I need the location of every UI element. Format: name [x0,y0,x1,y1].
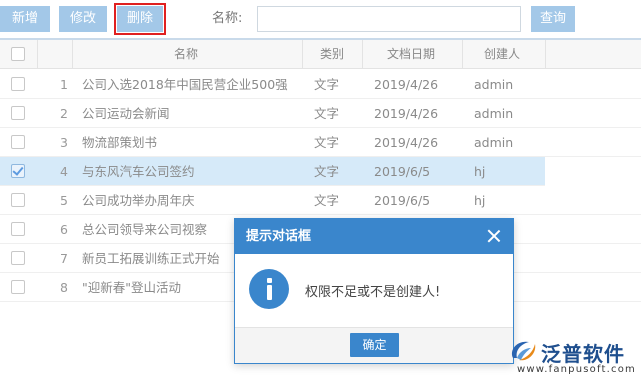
row-category: 文字 [314,193,340,208]
brand-name: 泛普软件 [541,342,625,366]
table-row[interactable]: 3 物流部策划书 文字 2019/4/26 admin [0,128,641,157]
row-checkbox[interactable] [11,193,25,207]
row-number: 5 [60,193,68,208]
row-creator: admin [474,106,514,121]
row-checkbox[interactable] [11,280,25,294]
row-date: 2019/4/26 [374,135,439,150]
row-checkbox[interactable] [11,106,25,120]
column-header-creator[interactable]: 创建人 [484,40,520,69]
delete-button[interactable]: 删除 [114,3,166,35]
dialog-footer: 确定 [235,327,513,363]
row-checkbox[interactable] [11,251,25,265]
row-creator: admin [474,77,514,92]
row-date: 2019/4/26 [374,77,439,92]
close-icon[interactable] [487,229,501,243]
row-category: 文字 [314,135,340,150]
table-row[interactable]: 2 公司运动会新闻 文字 2019/4/26 admin [0,99,641,128]
table-row[interactable]: 1 公司入选2018年中国民营企业500强 文字 2019/4/26 admin [0,70,641,99]
column-header-name[interactable]: 名称 [174,40,198,69]
row-date: 2019/4/26 [374,106,439,121]
row-category: 文字 [314,164,340,179]
brand-url: www.fanpusoft.com [517,364,636,375]
edit-button[interactable]: 修改 [59,6,107,32]
dialog-message: 权限不足或不是创建人! [305,285,441,300]
header-divider [37,40,38,69]
row-date: 2019/6/5 [374,164,431,179]
dialog-title: 提示对话框 [246,229,312,244]
brand-logo-icon [511,341,536,361]
header-divider [302,40,303,69]
alert-dialog: 提示对话框 权限不足或不是创建人! 确定 [234,218,514,364]
ok-button[interactable]: 确定 [350,333,399,357]
add-button[interactable]: 新增 [0,6,50,32]
row-category: 文字 [314,77,340,92]
row-checkbox[interactable] [11,135,25,149]
header-divider [462,40,463,69]
row-name: 与东风汽车公司签约 [82,164,195,179]
row-checkbox[interactable] [11,164,25,178]
row-creator: admin [474,135,514,150]
name-filter-input[interactable] [257,6,521,32]
header-divider [545,40,546,69]
row-checkbox[interactable] [11,222,25,236]
table-row-selected[interactable]: 4 与东风汽车公司签约 文字 2019/6/5 hj [0,157,545,186]
search-button[interactable]: 查询 [531,6,575,32]
brand-watermark: 泛普软件 www.fanpusoft.com [507,336,641,380]
row-number: 7 [60,251,68,266]
table-row[interactable]: 5 公司成功举办周年庆 文字 2019/6/5 hj [0,186,641,215]
row-number: 3 [60,135,68,150]
row-category: 文字 [314,106,340,121]
row-number: 6 [60,222,68,237]
row-creator: hj [474,193,486,208]
column-header-category[interactable]: 类别 [320,40,344,69]
row-number: 2 [60,106,68,121]
row-checkbox[interactable] [11,77,25,91]
select-all-checkbox[interactable] [11,47,25,61]
toolbar: 新增 修改 删除 名称: 查询 [0,0,641,40]
row-name: 公司成功举办周年庆 [82,193,195,208]
column-header-date[interactable]: 文档日期 [387,40,435,69]
row-number: 1 [60,77,68,92]
row-creator: hj [474,164,486,179]
header-divider [72,40,73,69]
name-filter-label: 名称: [212,11,243,26]
row-number: 8 [60,280,68,295]
row-name: 公司入选2018年中国民营企业500强 [82,77,288,92]
header-divider [362,40,363,69]
row-date: 2019/6/5 [374,193,431,208]
row-number: 4 [60,164,68,179]
dialog-titlebar[interactable]: 提示对话框 [235,219,513,254]
row-name: 公司运动会新闻 [82,106,170,121]
row-name: 物流部策划书 [82,135,158,150]
info-icon [249,269,289,309]
